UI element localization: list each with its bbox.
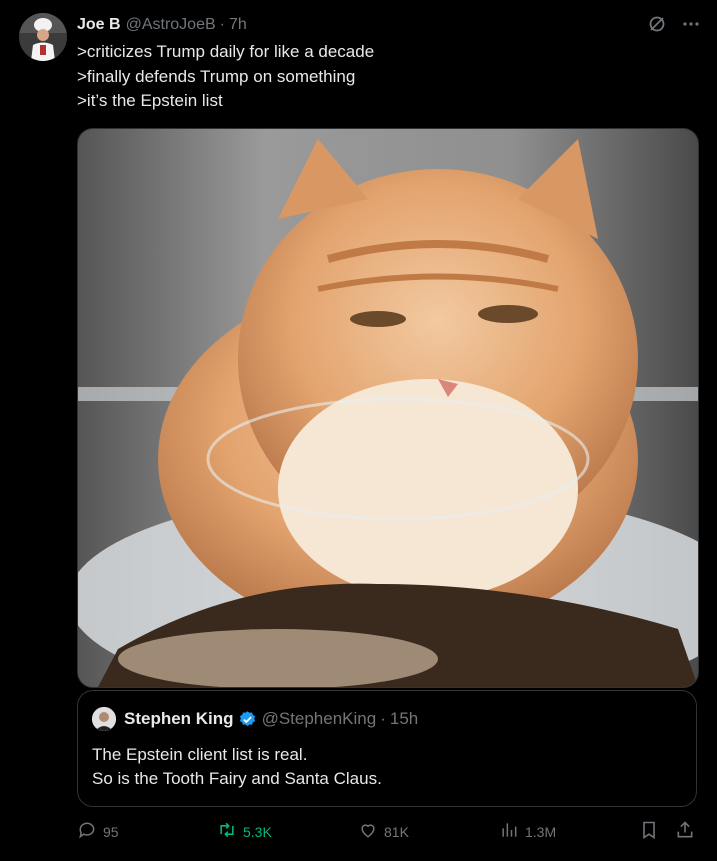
views-button[interactable]: 1.3M [499, 820, 556, 843]
retweet-button[interactable]: 5.3K [217, 820, 272, 843]
reply-button[interactable]: 95 [77, 820, 119, 843]
separator-dot: · [380, 709, 386, 728]
quote-author-avatar [92, 707, 116, 731]
quote-author-name: Stephen King [124, 709, 234, 728]
author-name[interactable]: Joe B [77, 16, 121, 34]
tweet-media-image[interactable] [77, 128, 699, 688]
reply-count: 95 [103, 823, 119, 840]
tweet-line: >finally defends Trump on something [77, 66, 356, 86]
retweet-count: 5.3K [243, 823, 272, 840]
views-count: 1.3M [525, 823, 557, 840]
retweet-icon [217, 820, 237, 843]
separator-dot: · [219, 16, 225, 33]
tweet-text: >criticizes Trump daily for like a decad… [77, 40, 677, 114]
author-avatar[interactable] [19, 13, 67, 61]
quoted-tweet[interactable]: Stephen King @StephenKing · 15h The Epst… [77, 690, 697, 807]
quote-text: The Epstein client list is real. So is t… [92, 743, 382, 791]
quote-author-handle: @StephenKing [261, 709, 377, 728]
like-count: 81K [384, 823, 409, 840]
verified-badge-icon [238, 710, 257, 729]
author-handle[interactable]: @AstroJoeB [126, 16, 216, 34]
tweet-top-actions [647, 14, 701, 39]
share-icon [675, 820, 695, 843]
tweet-line: >it’s the Epstein list [77, 91, 223, 110]
bookmark-button[interactable] [639, 820, 659, 843]
reply-icon [77, 820, 97, 843]
tweet-line: >criticizes Trump daily for like a decad… [77, 42, 375, 61]
heart-icon [358, 820, 378, 843]
tweet-time[interactable]: 7h [229, 16, 247, 34]
quote-line: So is the Tooth Fairy and Santa Claus. [92, 769, 382, 788]
tweet-action-bar: 95 5.3K 81K 1.3M [77, 820, 697, 848]
bookmark-icon [639, 820, 659, 843]
quote-time: 15h [389, 709, 419, 728]
more-icon[interactable] [681, 14, 701, 39]
quote-header: Stephen King @StephenKing · 15h [92, 707, 418, 731]
grok-icon[interactable] [647, 14, 667, 39]
share-button[interactable] [675, 820, 695, 843]
tweet-header: Joe B @AstroJoeB · 7h [77, 14, 247, 36]
views-icon [499, 820, 519, 843]
quote-line: The Epstein client list is real. [92, 745, 308, 764]
like-button[interactable]: 81K [358, 820, 409, 843]
